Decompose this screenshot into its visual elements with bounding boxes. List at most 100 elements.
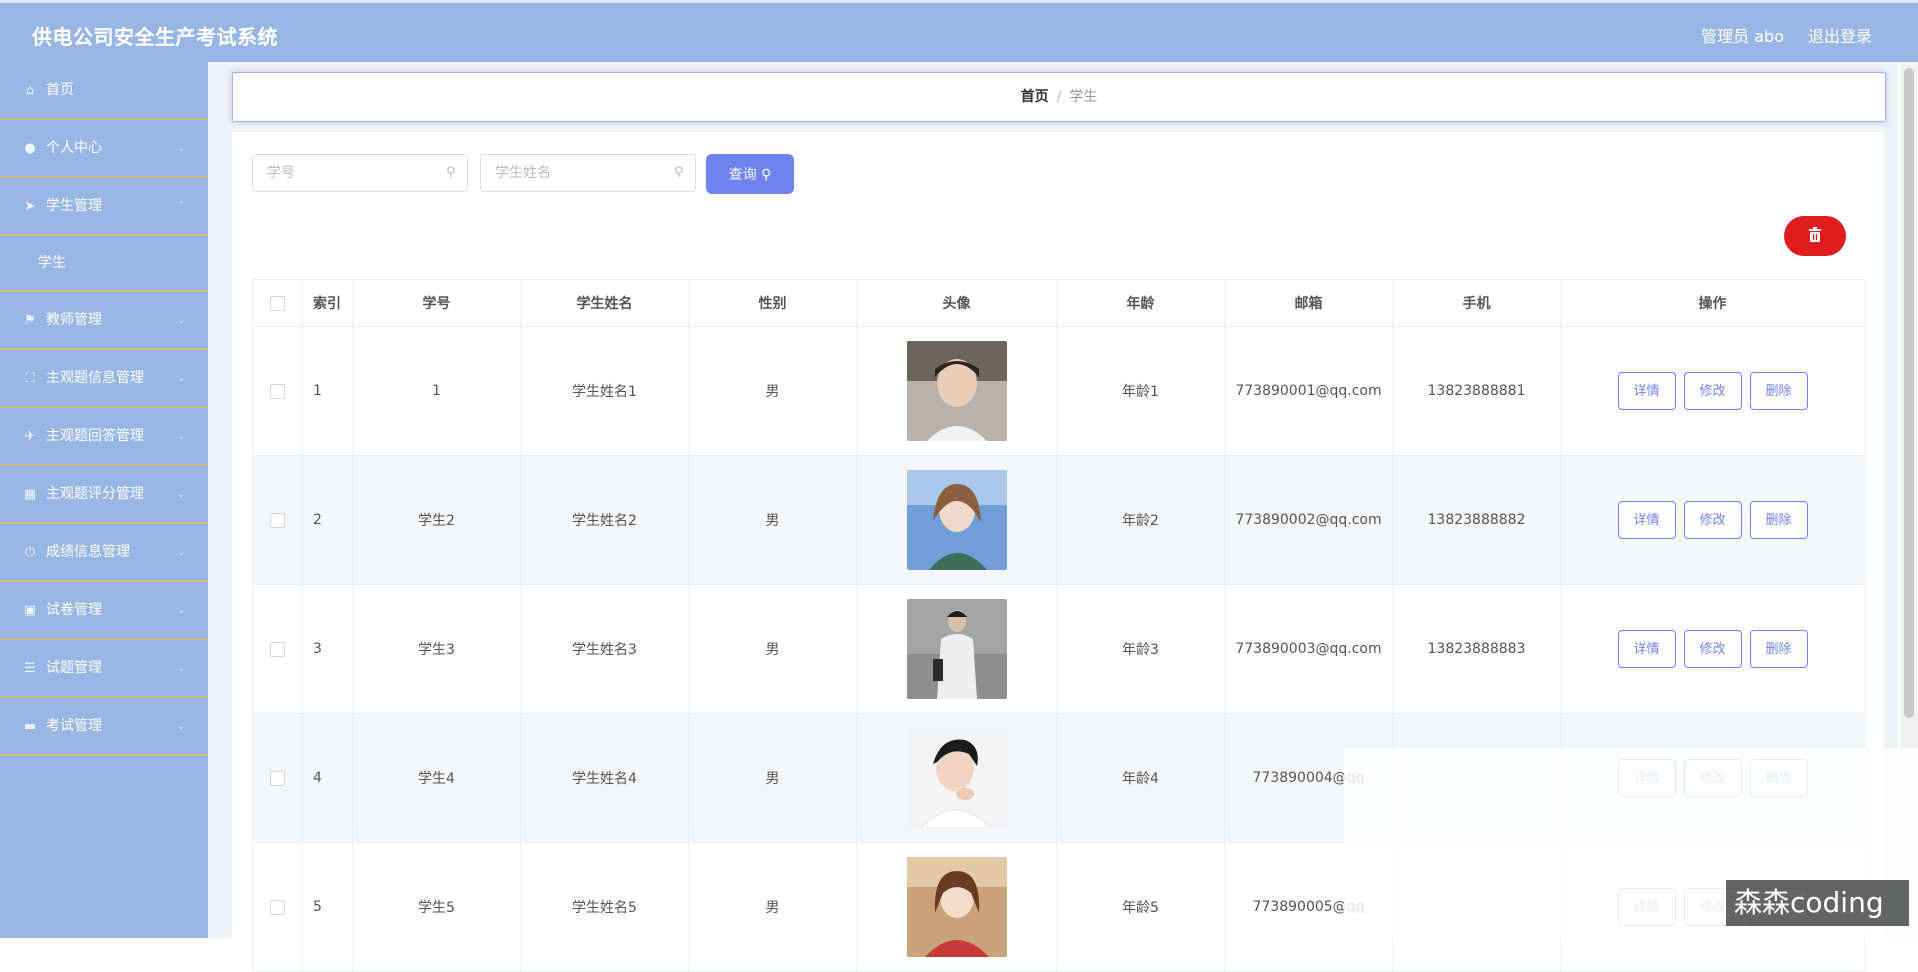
row-checkbox[interactable] [270,512,285,528]
sidebar-item-label: 教师管理 [46,312,102,328]
detail-button[interactable]: 详情 [1617,372,1676,410]
gender-cell: 男 [688,713,857,843]
edit-button[interactable]: 修改 [1683,501,1742,539]
chevron-down-icon: ⌄ [176,661,186,674]
row-checkbox[interactable] [270,383,285,399]
sidebar-item-subjective-answer[interactable]: ✈ 主观题回答管理 ⌄ [0,408,208,466]
age-cell: 年龄3 [1056,584,1225,714]
breadcrumb-separator: / [1056,89,1062,105]
sidebar-item-paper-management[interactable]: ▣ 试卷管理 ⌄ [0,582,208,640]
sidebar-item-label: 成绩信息管理 [46,544,130,560]
sidebar-item-exam-management[interactable]: ▬ 考试管理 ⌄ [0,698,208,756]
delete-button[interactable]: 删除 [1749,501,1808,539]
column-header: 年龄 [1056,279,1225,327]
avatar [906,470,1007,570]
search-icon: ⚲ [446,165,456,180]
row-select-cell[interactable] [252,326,303,456]
sidebar-item-question-management[interactable]: ☰ 试题管理 ⌄ [0,640,208,698]
list-icon: ☰ [24,661,36,676]
sidebar-item-label: 试卷管理 [46,602,102,618]
chevron-down-icon: ⌄ [176,487,186,500]
sidebar-item-label: 主观题评分管理 [46,486,144,502]
sidebar-item-label: 主观题回答管理 [46,428,144,444]
age-cell: 年龄2 [1056,455,1225,585]
chevron-down-icon: ⌄ [176,545,186,558]
row-select-cell[interactable] [252,713,303,843]
student-id-search-input[interactable] [252,154,468,192]
avatar [906,599,1007,699]
top-header: 供电公司安全生产考试系统 管理员 abo 退出登录 [0,0,1918,62]
email-cell: 773890001@qq.com [1224,326,1393,456]
sidebar-item-personal-center[interactable]: ● 个人中心 ⌄ [0,120,208,178]
detail-button[interactable]: 详情 [1617,501,1676,539]
column-header: 邮箱 [1224,279,1393,327]
batch-delete-button[interactable] [1784,216,1846,256]
student-id-cell: 1 [352,326,521,456]
sidebar-item-student-management[interactable]: ➤ 学生管理 ⌃ [0,178,208,236]
delete-button[interactable]: 删除 [1749,372,1808,410]
row-select-cell[interactable] [252,584,303,714]
table-header-row: 索引 学号 学生姓名 性别 头像 年龄 邮箱 手机 操作 [252,279,1865,327]
flag-icon: ⚑ [24,313,36,328]
watermark: 森森coding [1726,880,1909,926]
table-row: 1 1 学生姓名1 男 年龄1 773890001@qq.com 1382388… [252,326,1865,456]
sidebar-item-subjective-score[interactable]: ▦ 主观题评分管理 ⌄ [0,466,208,524]
sidebar-subitem-label: 学生 [38,255,66,271]
sidebar-item-home[interactable]: ⌂ 首页 [0,62,208,120]
sidebar-subitem-student[interactable]: 学生 [0,236,208,292]
sidebar-item-label: 试题管理 [46,660,102,676]
sidebar-item-score-info[interactable]: ⏻ 成绩信息管理 ⌄ [0,524,208,582]
row-checkbox[interactable] [270,641,285,657]
index-cell: 5 [302,842,353,972]
avatar [906,341,1007,441]
index-cell: 4 [302,713,353,843]
avatar-cell [856,326,1057,456]
index-cell: 1 [302,326,353,456]
chevron-up-icon: ⌃ [176,199,186,212]
detail-button[interactable]: 详情 [1617,630,1676,668]
column-header: 性别 [688,279,857,327]
row-checkbox[interactable] [270,770,285,786]
student-id-cell: 学生2 [352,455,521,585]
row-select-cell[interactable] [252,455,303,585]
column-header: 头像 [856,279,1057,327]
chevron-down-icon: ⌄ [176,313,186,326]
gender-cell: 男 [688,584,857,714]
phone-cell: 13823888883 [1392,584,1561,714]
index-cell: 2 [302,455,353,585]
delete-button[interactable]: 删除 [1749,630,1808,668]
query-button-label: 查询 [728,167,757,183]
edit-button[interactable]: 修改 [1683,630,1742,668]
select-all-checkbox[interactable] [270,295,285,311]
scrollbar-thumb[interactable] [1904,68,1914,718]
avatar-cell [856,455,1057,585]
app-title: 供电公司安全生产考试系统 [32,25,278,49]
avatar-cell [856,713,1057,843]
row-select-cell[interactable] [252,842,303,972]
select-all-cell[interactable] [252,279,303,327]
student-name-cell: 学生姓名1 [520,326,689,456]
logout-link[interactable]: 退出登录 [1808,23,1872,47]
current-user: 管理员 abo [1701,27,1784,46]
sidebar-item-subjective-info[interactable]: ⛶ 主观题信息管理 ⌄ [0,350,208,408]
paper-plane-icon: ✈ [24,429,36,444]
sidebar-item-label: 主观题信息管理 [46,370,144,386]
briefcase-icon: ▬ [23,719,37,734]
student-id-cell: 学生4 [352,713,521,843]
email-cell: 773890002@qq.com [1224,455,1393,585]
breadcrumb-home[interactable]: 首页 [1021,89,1049,105]
student-id-cell: 学生5 [352,842,521,972]
avatar [906,857,1007,957]
table-row: 3 学生3 学生姓名3 男 年龄3 773890003@qq.com 13823… [252,584,1865,714]
sidebar-item-label: 学生管理 [46,198,102,214]
row-checkbox[interactable] [270,899,285,915]
gender-cell: 男 [688,455,857,585]
chevron-down-icon: ⌄ [176,141,186,154]
student-name-search-input[interactable] [480,154,696,192]
actions-cell: 详情修改删除 [1560,584,1865,714]
sidebar-item-teacher-management[interactable]: ⚑ 教师管理 ⌄ [0,292,208,350]
home-icon: ⌂ [25,83,35,98]
query-button[interactable]: 查询 ⚲ [706,154,794,194]
edit-button[interactable]: 修改 [1683,372,1742,410]
table-row: 2 学生2 学生姓名2 男 年龄2 773890002@qq.com 13823… [252,455,1865,585]
